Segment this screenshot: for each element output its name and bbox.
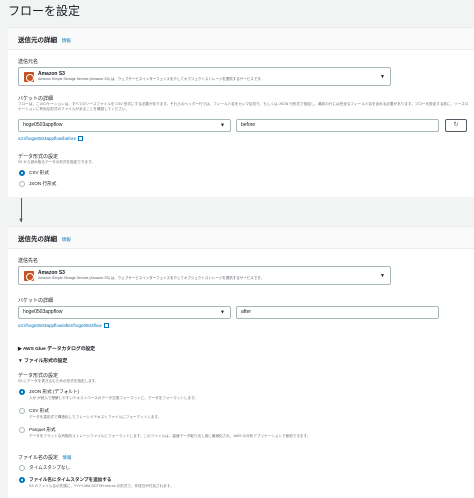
caret-right-icon: ▶: [18, 347, 22, 352]
destination-bucket-select[interactable]: hoge0503appflow ▼: [18, 306, 231, 319]
file-format-settings-toggle[interactable]: ▼ ファイル形式の設定: [18, 357, 67, 364]
source-panel: 送信元の詳細 情報 送信元名 Amazon S3 Amazon Simple S…: [8, 27, 474, 197]
source-bucket-value: hoge0503appflow: [23, 122, 63, 128]
filename-settings-text: ファイル名の設定: [18, 455, 59, 461]
source-header-title: 送信元の詳細: [18, 37, 57, 44]
external-link-icon: [78, 136, 84, 142]
destination-header-title: 送信先の詳細: [18, 236, 57, 243]
destination-bucket-label: バケットの詳細: [18, 298, 54, 304]
filename-add-timestamp-label: ファイル名にタイムスタンプを追加する: [29, 477, 112, 482]
source-data-format-desc: S3 から読み取るデータの形式を指定できます。: [18, 160, 95, 164]
chevron-down-icon: ▼: [220, 309, 225, 315]
destination-service-select[interactable]: Amazon S3 Amazon Simple Storage Service …: [18, 266, 391, 285]
caret-down-icon: ▼: [18, 359, 23, 364]
destination-format-json-radio[interactable]: [19, 389, 25, 395]
destination-panel: 送信先の詳細 情報 送信先名 Amazon S3 Amazon Simple S…: [8, 226, 474, 498]
destination-service-desc: Amazon Simple Storage Service (Amazon S3…: [38, 276, 264, 280]
filename-add-timestamp-desc: S3 のファイル名の先頭に、YYYY-MM-DDTHH:mm:ss の形式で、作…: [29, 484, 174, 488]
filename-add-timestamp-radio[interactable]: [19, 477, 25, 483]
filename-info-link[interactable]: 情報: [62, 455, 71, 460]
source-s3-path-link[interactable]: s3://hoge0503appflow/before: [18, 136, 84, 142]
destination-format-csv-label: CSV 形式: [29, 408, 49, 413]
glue-settings-toggle[interactable]: ▶ AWS Glue データカタログの設定: [18, 345, 95, 352]
filename-no-timestamp-label: タイムスタンプなし: [29, 465, 71, 470]
source-info-link[interactable]: 情報: [62, 38, 71, 43]
source-data-format-label: データ形式の設定: [18, 154, 59, 160]
destination-format-json-label: JSON 形式 (デフォルト): [29, 389, 80, 394]
amazon-s3-icon: [24, 72, 34, 82]
destination-bucket-value: hoge0503appflow: [23, 309, 63, 315]
destination-format-json-desc: 人が が読んで理解しやすいテキストベースのデータ交換フォーマットに、データをフォ…: [29, 396, 198, 400]
destination-panel-header: 送信先の詳細 情報: [8, 227, 474, 249]
destination-format-parquet-desc: データをフラットな列指向ストレージファイルにフォーマットします。このファイルは、…: [29, 434, 311, 438]
source-bucket-select[interactable]: hoge0503appflow ▼: [18, 119, 231, 132]
source-format-json-radio[interactable]: [19, 181, 25, 187]
destination-format-csv-radio[interactable]: [19, 408, 25, 414]
destination-format-parquet-radio[interactable]: [19, 427, 25, 433]
source-service-desc: Amazon Simple Storage Service (Amazon S3…: [38, 77, 264, 81]
destination-info-link[interactable]: 情報: [62, 237, 71, 242]
filename-settings-label: ファイル名の設定 情報: [18, 454, 71, 461]
chevron-down-icon: ▼: [380, 73, 385, 80]
chevron-down-icon: ▼: [380, 272, 385, 279]
destination-data-format-desc: S3 にデータを書き込むための形式を指定します。: [18, 379, 99, 383]
arrow-down-icon: ▼: [18, 218, 24, 224]
source-panel-header: 送信元の詳細 情報: [8, 28, 474, 50]
file-format-settings-label: ファイル形式の設定: [24, 359, 68, 364]
destination-data-format-label: データ形式の設定: [18, 373, 59, 379]
external-link-icon: [103, 323, 109, 329]
source-bucket-desc: フローは、このロケーションは、すべてのソースファイルを CSV 形式にする必要が…: [18, 102, 469, 111]
destination-prefix-input[interactable]: after: [236, 306, 439, 319]
source-s3-path-text: s3://hoge0503appflow/before: [18, 136, 77, 141]
chevron-down-icon: ▼: [220, 122, 225, 128]
source-bucket-label: バケットの詳細: [18, 96, 54, 102]
source-format-json-label: JSON 行形式: [29, 181, 57, 186]
refresh-icon: ↻: [453, 122, 459, 128]
source-format-csv-label: CSV 形式: [29, 170, 49, 175]
destination-format-parquet-label: Parquet 形式: [29, 427, 56, 432]
destination-s3-path-link[interactable]: s3://hoge0503appflow/after/hoge0503flow: [18, 323, 109, 329]
source-name-label: 送信元名: [18, 59, 39, 65]
filename-no-timestamp-radio[interactable]: [19, 465, 25, 471]
destination-s3-path-text: s3://hoge0503appflow/after/hoge0503flow: [18, 323, 102, 328]
source-prefix-input[interactable]: before: [236, 119, 439, 132]
amazon-s3-icon: [24, 271, 34, 281]
glue-settings-label: AWS Glue データカタログの設定: [22, 347, 96, 352]
source-format-csv-radio[interactable]: [19, 170, 25, 176]
source-refresh-button[interactable]: ↻: [445, 119, 467, 132]
page-title: フローを設定: [8, 4, 81, 18]
destination-format-csv-desc: データを高形式で構造化したフレーンドテキストファイルにフォーマットします。: [29, 415, 162, 419]
destination-name-label: 送信先名: [18, 258, 39, 264]
source-service-select[interactable]: Amazon S3 Amazon Simple Storage Service …: [18, 67, 391, 86]
